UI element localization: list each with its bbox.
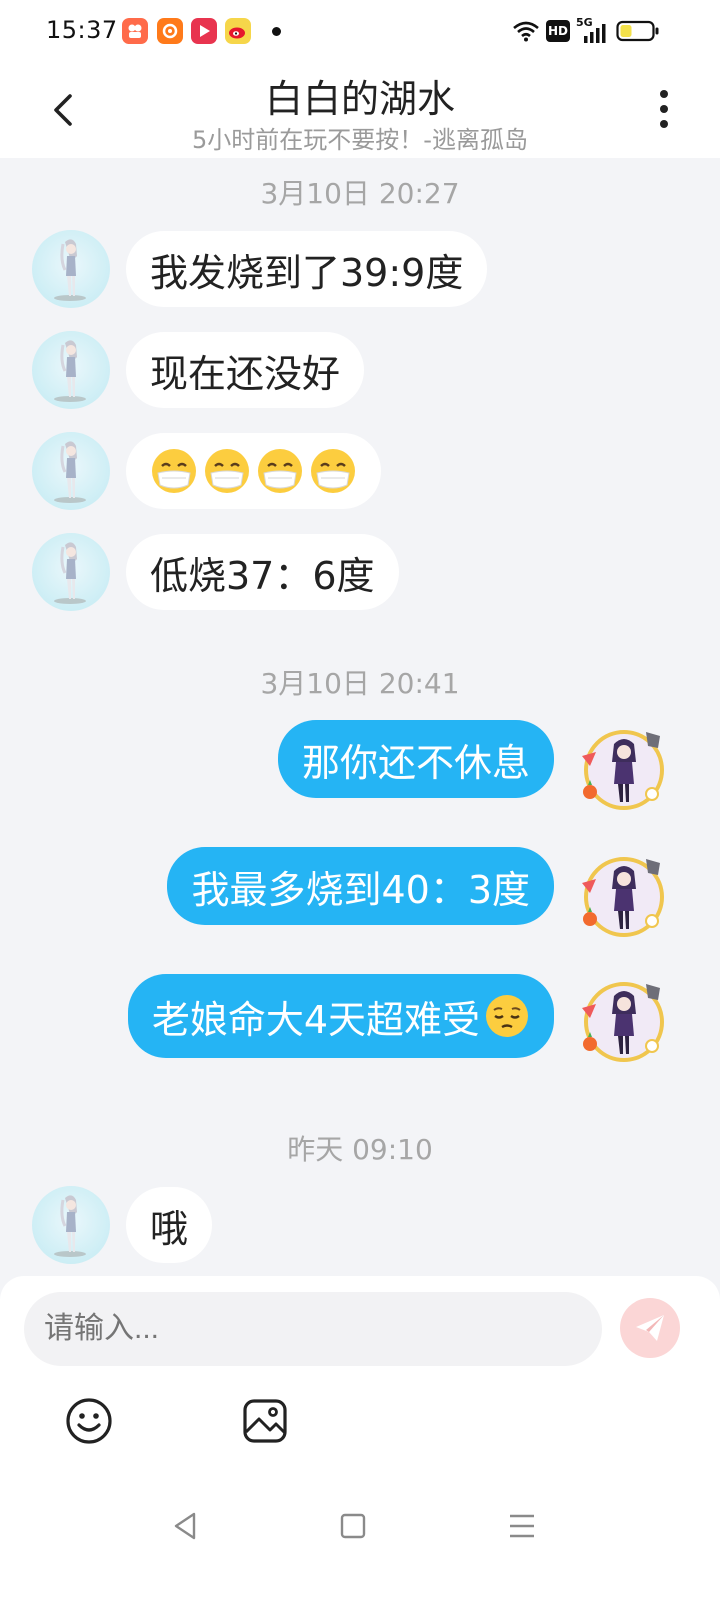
wifi-icon bbox=[513, 21, 539, 42]
message-bubble[interactable]: 哦 bbox=[126, 1187, 213, 1263]
contact-avatar[interactable] bbox=[32, 533, 110, 611]
message-bubble[interactable]: 低烧37：6度 bbox=[126, 534, 399, 610]
menu-lines-icon bbox=[510, 1514, 534, 1538]
square-home-icon bbox=[340, 1513, 366, 1539]
message-text: 老娘命大4天超难受 bbox=[151, 997, 480, 1042]
hd-icon: HD bbox=[546, 20, 570, 42]
more-options-button[interactable] bbox=[652, 90, 676, 132]
weibo-app-icon bbox=[225, 18, 251, 44]
signal-icon bbox=[584, 24, 606, 43]
message-list[interactable]: 3月10日 20:27 我发烧到了39:9度 现在还没好 低烧37：6度 3月1… bbox=[0, 158, 720, 1278]
battery-icon bbox=[616, 20, 659, 42]
emoji-button[interactable] bbox=[64, 1396, 114, 1446]
user-anime-avatar-icon bbox=[582, 730, 664, 810]
anime-girl-avatar-icon bbox=[54, 239, 86, 301]
nav-back-button[interactable] bbox=[168, 1508, 204, 1544]
triangle-back-icon bbox=[174, 1512, 196, 1540]
mask-face-emoji bbox=[152, 449, 196, 493]
contact-avatar[interactable] bbox=[32, 331, 110, 409]
anime-girl-avatar-icon bbox=[54, 441, 86, 503]
chat-header: 白白的湖水 5小时前在玩不要按！-逃离孤岛 bbox=[0, 62, 720, 158]
message-bubble[interactable]: 那你还不休息 bbox=[277, 720, 554, 798]
message-bubble[interactable]: 我最多烧到40：3度 bbox=[167, 847, 554, 925]
nav-home-button[interactable] bbox=[335, 1508, 371, 1544]
video-app-icon bbox=[191, 18, 217, 44]
contact-avatar[interactable] bbox=[32, 1186, 110, 1264]
image-button[interactable] bbox=[240, 1396, 290, 1446]
anime-girl-avatar-icon bbox=[54, 1195, 86, 1257]
anime-girl-avatar-icon bbox=[54, 542, 86, 604]
paper-plane-icon bbox=[636, 1315, 664, 1341]
message-bubble[interactable]: 现在还没好 bbox=[126, 332, 365, 408]
user-avatar[interactable] bbox=[578, 974, 670, 1066]
user-avatar[interactable] bbox=[578, 722, 670, 814]
mask-face-emoji bbox=[258, 449, 302, 493]
image-icon bbox=[243, 1399, 287, 1443]
send-button[interactable] bbox=[620, 1298, 680, 1358]
user-anime-avatar-icon bbox=[582, 982, 664, 1062]
timestamp: 昨天 09:10 bbox=[287, 1133, 433, 1166]
hd-label: HD bbox=[547, 24, 568, 38]
contact-avatar[interactable] bbox=[32, 230, 110, 308]
message-input[interactable] bbox=[24, 1292, 602, 1366]
more-dot-icon bbox=[660, 90, 668, 98]
orange-app-icon bbox=[157, 18, 183, 44]
contact-status: 5小时前在玩不要按！-逃离孤岛 bbox=[192, 126, 528, 154]
status-time: 15:37 bbox=[46, 16, 118, 44]
anime-girl-avatar-icon bbox=[54, 340, 86, 402]
more-dot-icon bbox=[660, 105, 668, 113]
more-dot-icon bbox=[660, 120, 668, 128]
kuaishou-app-icon bbox=[122, 18, 148, 44]
mask-face-emoji bbox=[311, 449, 355, 493]
status-bar: 15:37 HD 5G bbox=[0, 0, 720, 62]
user-anime-avatar-icon bbox=[582, 857, 664, 937]
message-bubble[interactable] bbox=[126, 433, 381, 509]
timestamp: 3月10日 20:41 bbox=[260, 667, 460, 700]
pensive-face-emoji bbox=[486, 995, 528, 1037]
nav-menu-button[interactable] bbox=[504, 1508, 540, 1544]
system-nav-bar bbox=[0, 1480, 720, 1600]
smiley-face-icon bbox=[66, 1398, 112, 1444]
page-title: 白白的湖水 bbox=[264, 77, 455, 121]
message-bubble[interactable]: 老娘命大4天超难受 bbox=[127, 974, 554, 1058]
notification-dot-icon bbox=[272, 27, 281, 36]
contact-avatar[interactable] bbox=[32, 432, 110, 510]
message-bubble[interactable]: 我发烧到了39:9度 bbox=[126, 231, 488, 307]
mask-face-emoji bbox=[205, 449, 249, 493]
timestamp: 3月10日 20:27 bbox=[260, 177, 460, 210]
user-avatar[interactable] bbox=[578, 849, 670, 941]
system-icons: HD 5G bbox=[512, 16, 692, 46]
